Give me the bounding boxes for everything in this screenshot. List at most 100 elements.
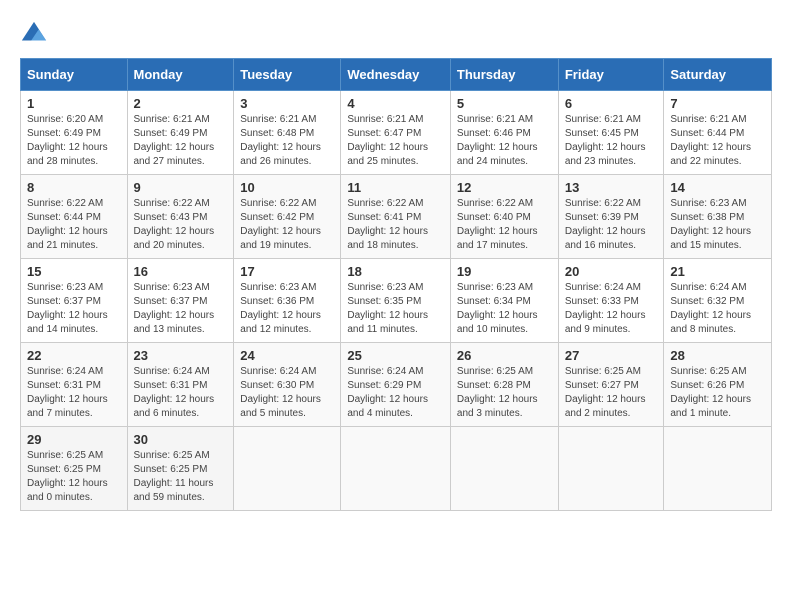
day-info: Sunrise: 6:21 AMSunset: 6:44 PMDaylight:… [670, 114, 751, 167]
day-number: 19 [457, 264, 552, 279]
day-info: Sunrise: 6:24 AMSunset: 6:33 PMDaylight:… [565, 282, 646, 335]
calendar-table: SundayMondayTuesdayWednesdayThursdayFrid… [20, 58, 772, 511]
calendar-cell: 20 Sunrise: 6:24 AMSunset: 6:33 PMDaylig… [558, 259, 664, 343]
day-number: 6 [565, 96, 658, 111]
day-number: 16 [134, 264, 228, 279]
calendar-day-header: Wednesday [341, 59, 451, 91]
page-header [20, 20, 772, 48]
day-number: 29 [27, 432, 121, 447]
calendar-cell: 5 Sunrise: 6:21 AMSunset: 6:46 PMDayligh… [450, 91, 558, 175]
day-info: Sunrise: 6:25 AMSunset: 6:27 PMDaylight:… [565, 366, 646, 419]
calendar-header-row: SundayMondayTuesdayWednesdayThursdayFrid… [21, 59, 772, 91]
day-info: Sunrise: 6:22 AMSunset: 6:39 PMDaylight:… [565, 198, 646, 251]
calendar-cell: 14 Sunrise: 6:23 AMSunset: 6:38 PMDaylig… [664, 175, 772, 259]
day-info: Sunrise: 6:21 AMSunset: 6:49 PMDaylight:… [134, 114, 215, 167]
calendar-week-row: 22 Sunrise: 6:24 AMSunset: 6:31 PMDaylig… [21, 343, 772, 427]
calendar-cell [664, 427, 772, 511]
calendar-day-header: Sunday [21, 59, 128, 91]
day-number: 3 [240, 96, 334, 111]
calendar-cell: 22 Sunrise: 6:24 AMSunset: 6:31 PMDaylig… [21, 343, 128, 427]
day-number: 25 [347, 348, 444, 363]
day-info: Sunrise: 6:23 AMSunset: 6:35 PMDaylight:… [347, 282, 428, 335]
day-number: 12 [457, 180, 552, 195]
day-number: 26 [457, 348, 552, 363]
calendar-cell: 13 Sunrise: 6:22 AMSunset: 6:39 PMDaylig… [558, 175, 664, 259]
calendar-cell [450, 427, 558, 511]
day-info: Sunrise: 6:23 AMSunset: 6:37 PMDaylight:… [134, 282, 215, 335]
calendar-cell: 11 Sunrise: 6:22 AMSunset: 6:41 PMDaylig… [341, 175, 451, 259]
calendar-cell: 2 Sunrise: 6:21 AMSunset: 6:49 PMDayligh… [127, 91, 234, 175]
day-number: 13 [565, 180, 658, 195]
calendar-cell: 17 Sunrise: 6:23 AMSunset: 6:36 PMDaylig… [234, 259, 341, 343]
calendar-cell: 28 Sunrise: 6:25 AMSunset: 6:26 PMDaylig… [664, 343, 772, 427]
day-info: Sunrise: 6:25 AMSunset: 6:26 PMDaylight:… [670, 366, 751, 419]
calendar-cell: 10 Sunrise: 6:22 AMSunset: 6:42 PMDaylig… [234, 175, 341, 259]
day-info: Sunrise: 6:21 AMSunset: 6:45 PMDaylight:… [565, 114, 646, 167]
day-number: 18 [347, 264, 444, 279]
day-info: Sunrise: 6:23 AMSunset: 6:38 PMDaylight:… [670, 198, 751, 251]
calendar-cell: 21 Sunrise: 6:24 AMSunset: 6:32 PMDaylig… [664, 259, 772, 343]
day-info: Sunrise: 6:20 AMSunset: 6:49 PMDaylight:… [27, 114, 108, 167]
calendar-week-row: 1 Sunrise: 6:20 AMSunset: 6:49 PMDayligh… [21, 91, 772, 175]
logo [20, 20, 52, 48]
day-info: Sunrise: 6:25 AMSunset: 6:28 PMDaylight:… [457, 366, 538, 419]
day-info: Sunrise: 6:22 AMSunset: 6:40 PMDaylight:… [457, 198, 538, 251]
day-number: 23 [134, 348, 228, 363]
calendar-cell: 12 Sunrise: 6:22 AMSunset: 6:40 PMDaylig… [450, 175, 558, 259]
day-number: 5 [457, 96, 552, 111]
calendar-cell: 19 Sunrise: 6:23 AMSunset: 6:34 PMDaylig… [450, 259, 558, 343]
day-info: Sunrise: 6:24 AMSunset: 6:32 PMDaylight:… [670, 282, 751, 335]
day-info: Sunrise: 6:22 AMSunset: 6:42 PMDaylight:… [240, 198, 321, 251]
calendar-cell: 4 Sunrise: 6:21 AMSunset: 6:47 PMDayligh… [341, 91, 451, 175]
calendar-cell: 3 Sunrise: 6:21 AMSunset: 6:48 PMDayligh… [234, 91, 341, 175]
calendar-day-header: Tuesday [234, 59, 341, 91]
calendar-cell: 26 Sunrise: 6:25 AMSunset: 6:28 PMDaylig… [450, 343, 558, 427]
calendar-cell: 25 Sunrise: 6:24 AMSunset: 6:29 PMDaylig… [341, 343, 451, 427]
day-number: 10 [240, 180, 334, 195]
day-info: Sunrise: 6:22 AMSunset: 6:43 PMDaylight:… [134, 198, 215, 251]
day-number: 24 [240, 348, 334, 363]
day-info: Sunrise: 6:21 AMSunset: 6:46 PMDaylight:… [457, 114, 538, 167]
calendar-cell: 23 Sunrise: 6:24 AMSunset: 6:31 PMDaylig… [127, 343, 234, 427]
calendar-day-header: Monday [127, 59, 234, 91]
day-number: 20 [565, 264, 658, 279]
calendar-cell: 18 Sunrise: 6:23 AMSunset: 6:35 PMDaylig… [341, 259, 451, 343]
day-info: Sunrise: 6:21 AMSunset: 6:47 PMDaylight:… [347, 114, 428, 167]
calendar-cell: 1 Sunrise: 6:20 AMSunset: 6:49 PMDayligh… [21, 91, 128, 175]
calendar-week-row: 8 Sunrise: 6:22 AMSunset: 6:44 PMDayligh… [21, 175, 772, 259]
calendar-cell: 9 Sunrise: 6:22 AMSunset: 6:43 PMDayligh… [127, 175, 234, 259]
day-number: 8 [27, 180, 121, 195]
calendar-day-header: Thursday [450, 59, 558, 91]
calendar-cell: 7 Sunrise: 6:21 AMSunset: 6:44 PMDayligh… [664, 91, 772, 175]
calendar-cell: 27 Sunrise: 6:25 AMSunset: 6:27 PMDaylig… [558, 343, 664, 427]
calendar-cell: 30 Sunrise: 6:25 AMSunset: 6:25 PMDaylig… [127, 427, 234, 511]
day-info: Sunrise: 6:23 AMSunset: 6:37 PMDaylight:… [27, 282, 108, 335]
calendar-cell: 15 Sunrise: 6:23 AMSunset: 6:37 PMDaylig… [21, 259, 128, 343]
calendar-cell: 16 Sunrise: 6:23 AMSunset: 6:37 PMDaylig… [127, 259, 234, 343]
calendar-day-header: Friday [558, 59, 664, 91]
day-info: Sunrise: 6:24 AMSunset: 6:31 PMDaylight:… [27, 366, 108, 419]
day-number: 28 [670, 348, 765, 363]
day-info: Sunrise: 6:22 AMSunset: 6:44 PMDaylight:… [27, 198, 108, 251]
day-info: Sunrise: 6:23 AMSunset: 6:36 PMDaylight:… [240, 282, 321, 335]
calendar-cell: 29 Sunrise: 6:25 AMSunset: 6:25 PMDaylig… [21, 427, 128, 511]
day-info: Sunrise: 6:24 AMSunset: 6:31 PMDaylight:… [134, 366, 215, 419]
calendar-week-row: 15 Sunrise: 6:23 AMSunset: 6:37 PMDaylig… [21, 259, 772, 343]
day-number: 7 [670, 96, 765, 111]
calendar-cell [558, 427, 664, 511]
day-info: Sunrise: 6:22 AMSunset: 6:41 PMDaylight:… [347, 198, 428, 251]
day-info: Sunrise: 6:25 AMSunset: 6:25 PMDaylight:… [134, 450, 214, 503]
day-number: 2 [134, 96, 228, 111]
day-info: Sunrise: 6:25 AMSunset: 6:25 PMDaylight:… [27, 450, 108, 503]
day-number: 14 [670, 180, 765, 195]
day-number: 22 [27, 348, 121, 363]
calendar-cell: 6 Sunrise: 6:21 AMSunset: 6:45 PMDayligh… [558, 91, 664, 175]
day-number: 1 [27, 96, 121, 111]
day-number: 15 [27, 264, 121, 279]
calendar-day-header: Saturday [664, 59, 772, 91]
calendar-week-row: 29 Sunrise: 6:25 AMSunset: 6:25 PMDaylig… [21, 427, 772, 511]
day-number: 27 [565, 348, 658, 363]
calendar-cell: 24 Sunrise: 6:24 AMSunset: 6:30 PMDaylig… [234, 343, 341, 427]
day-info: Sunrise: 6:24 AMSunset: 6:29 PMDaylight:… [347, 366, 428, 419]
calendar-cell [234, 427, 341, 511]
